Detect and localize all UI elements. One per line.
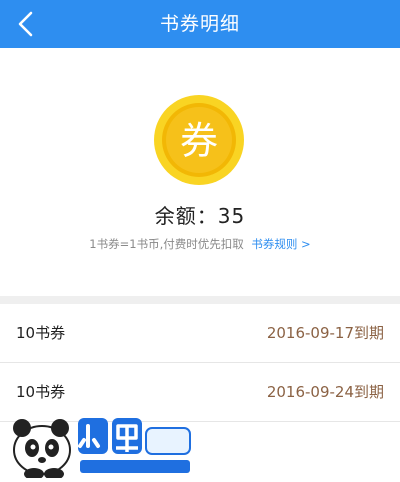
voucher-name: 10书券 <box>16 324 66 342</box>
voucher-expiry: 2016-09-24到期 <box>266 383 384 401</box>
panda-mascot-icon <box>13 419 71 480</box>
chevron-left-icon <box>18 11 33 37</box>
voucher-name: 10书券 <box>16 383 66 401</box>
voucher-row: 10书券 2016-09-24到期 <box>0 363 400 422</box>
voucher-coin-icon: 券 <box>153 94 245 186</box>
voucher-rule-line: 1书券=1书币,付费时优先扣取 书券规则 > <box>0 236 400 252</box>
voucher-rules-link[interactable]: 书券规则 > <box>251 237 310 251</box>
coin-char: 券 <box>180 119 218 163</box>
voucher-expiry: 2016-09-17到期 <box>266 324 384 342</box>
section-divider <box>0 296 400 304</box>
balance-amount: 余额：35 <box>154 204 246 228</box>
page-title: 书券明细 <box>159 13 240 35</box>
balance-summary: 券 余额：35 1书券=1书币,付费时优先扣取 书券规则 > <box>0 48 400 296</box>
voucher-row: 10书券 2016-09-17到期 <box>0 304 400 363</box>
back-button[interactable] <box>0 0 52 48</box>
brand-logo-lettering <box>78 418 191 473</box>
top-bar: 书券明细 <box>0 0 400 48</box>
voucher-list: 10书券 2016-09-17到期 10书券 2016-09-24到期 <box>0 304 400 422</box>
voucher-rule-text: 1书券=1书币,付费时优先扣取 <box>89 237 244 251</box>
